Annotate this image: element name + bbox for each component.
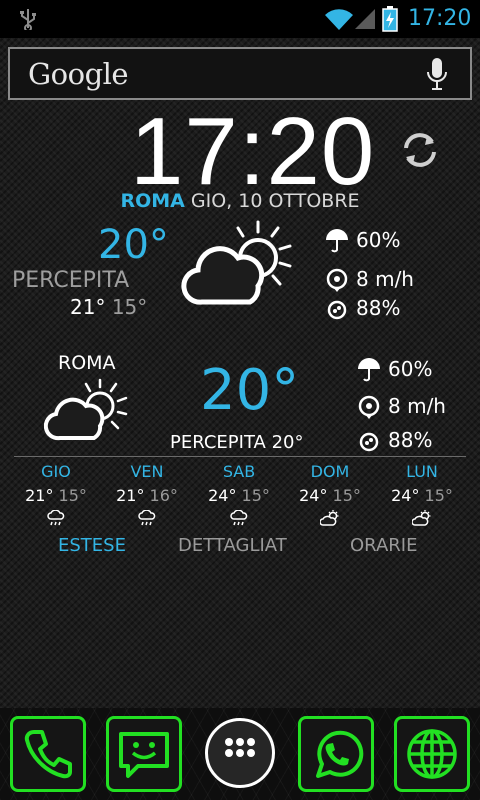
partly-cloudy-icon xyxy=(181,220,292,305)
forecast-day-name: SAB xyxy=(222,462,256,481)
wind-pin-icon xyxy=(326,268,348,292)
forecast-day[interactable]: DOM 24° 15° xyxy=(284,460,376,526)
messaging-icon xyxy=(119,732,169,778)
humidity-icon xyxy=(359,432,379,452)
humidity-value: 88% xyxy=(356,296,401,320)
google-logo: Google xyxy=(28,57,129,91)
battery-charging-icon xyxy=(382,6,398,32)
date-label: GIO, 10 OTTOBRE xyxy=(190,190,360,212)
forecast-day-name: LUN xyxy=(406,462,438,481)
city-label: ROMA xyxy=(120,190,185,212)
tab-estese[interactable]: ESTESE xyxy=(58,535,126,556)
forecast-min: 15° xyxy=(332,486,361,505)
forecast-temps: 24° 15° xyxy=(376,484,468,508)
forecast-row: GIO 21° 15° VEN 21° 16° SAB 24° 15° DOM … xyxy=(10,460,470,530)
forecast-min: 15° xyxy=(424,486,453,505)
forecast-day[interactable]: SAB 24° 15° xyxy=(193,460,285,526)
forecast-temps: 24° 15° xyxy=(193,484,285,508)
sun-cloud-icon xyxy=(320,510,339,526)
partly-cloudy-icon xyxy=(44,378,128,441)
phone-button[interactable] xyxy=(10,716,86,792)
forecast-day-name: GIO xyxy=(41,462,71,481)
umbrella-icon xyxy=(358,358,380,382)
tab-dettagliate[interactable]: DETTAGLIAT xyxy=(178,535,287,556)
phone-icon xyxy=(24,730,72,779)
wind-value: 8 m/h xyxy=(356,267,414,291)
whatsapp-icon xyxy=(316,730,364,778)
current-temperature-large: 20° xyxy=(200,358,300,423)
date-line: ROMA GIO, 10 OTTOBRE xyxy=(0,190,480,212)
tab-orarie[interactable]: ORARIE xyxy=(350,535,417,556)
clock-time[interactable]: 17:20 xyxy=(130,104,374,200)
microphone-icon[interactable] xyxy=(426,57,448,91)
wind-value-2: 8 m/h xyxy=(388,394,446,418)
forecast-max: 21° xyxy=(25,486,54,505)
min-max-temperature: 21° 15° xyxy=(70,295,147,319)
rain-cloud-icon xyxy=(230,510,248,526)
messaging-button[interactable] xyxy=(106,716,182,792)
forecast-temps: 21° 16° xyxy=(101,484,193,508)
forecast-temps: 21° 15° xyxy=(10,484,102,508)
wifi-icon xyxy=(325,9,353,30)
forecast-max: 24° xyxy=(391,486,420,505)
min-temperature: 15° xyxy=(111,295,148,319)
forecast-max: 21° xyxy=(116,486,145,505)
usb-icon xyxy=(20,9,36,30)
browser-button[interactable] xyxy=(394,716,470,792)
forecast-day[interactable]: LUN 24° 15° xyxy=(376,460,468,526)
status-clock: 17:20 xyxy=(408,6,472,31)
feels-like-label: PERCEPITA xyxy=(12,268,130,293)
humidity-value-2: 88% xyxy=(388,428,433,452)
forecast-max: 24° xyxy=(299,486,328,505)
rain-value: 60% xyxy=(356,228,401,252)
forecast-min: 16° xyxy=(149,486,178,505)
refresh-icon[interactable] xyxy=(400,130,440,170)
app-drawer-button[interactable] xyxy=(205,718,275,788)
sun-cloud-icon xyxy=(412,510,431,526)
forecast-day[interactable]: VEN 21° 16° xyxy=(101,460,193,526)
umbrella-icon xyxy=(326,229,348,253)
forecast-min: 15° xyxy=(241,486,270,505)
humidity-icon xyxy=(327,300,347,320)
browser-globe-icon xyxy=(407,729,457,779)
status-bar[interactable]: 17:20 xyxy=(0,0,480,38)
google-search-bar[interactable]: Google xyxy=(8,47,472,100)
forecast-max: 24° xyxy=(208,486,237,505)
feels-like-large: PERCEPITA 20° xyxy=(170,432,304,453)
whatsapp-button[interactable] xyxy=(298,716,374,792)
current-temperature: 20° xyxy=(98,222,169,268)
forecast-day[interactable]: GIO 21° 15° xyxy=(10,460,102,526)
forecast-temps: 24° 15° xyxy=(284,484,376,508)
forecast-day-name: DOM xyxy=(310,462,350,481)
rain-cloud-icon xyxy=(138,510,156,526)
forecast-min: 15° xyxy=(58,486,87,505)
wind-pin-icon xyxy=(358,395,380,419)
app-drawer-icon xyxy=(225,738,255,757)
divider xyxy=(14,456,466,457)
max-temperature: 21° xyxy=(70,295,106,319)
city-label-2: ROMA xyxy=(58,352,116,374)
signal-icon xyxy=(355,9,375,29)
rain-cloud-icon xyxy=(47,510,65,526)
forecast-day-name: VEN xyxy=(130,462,164,481)
rain-value-2: 60% xyxy=(388,357,433,381)
